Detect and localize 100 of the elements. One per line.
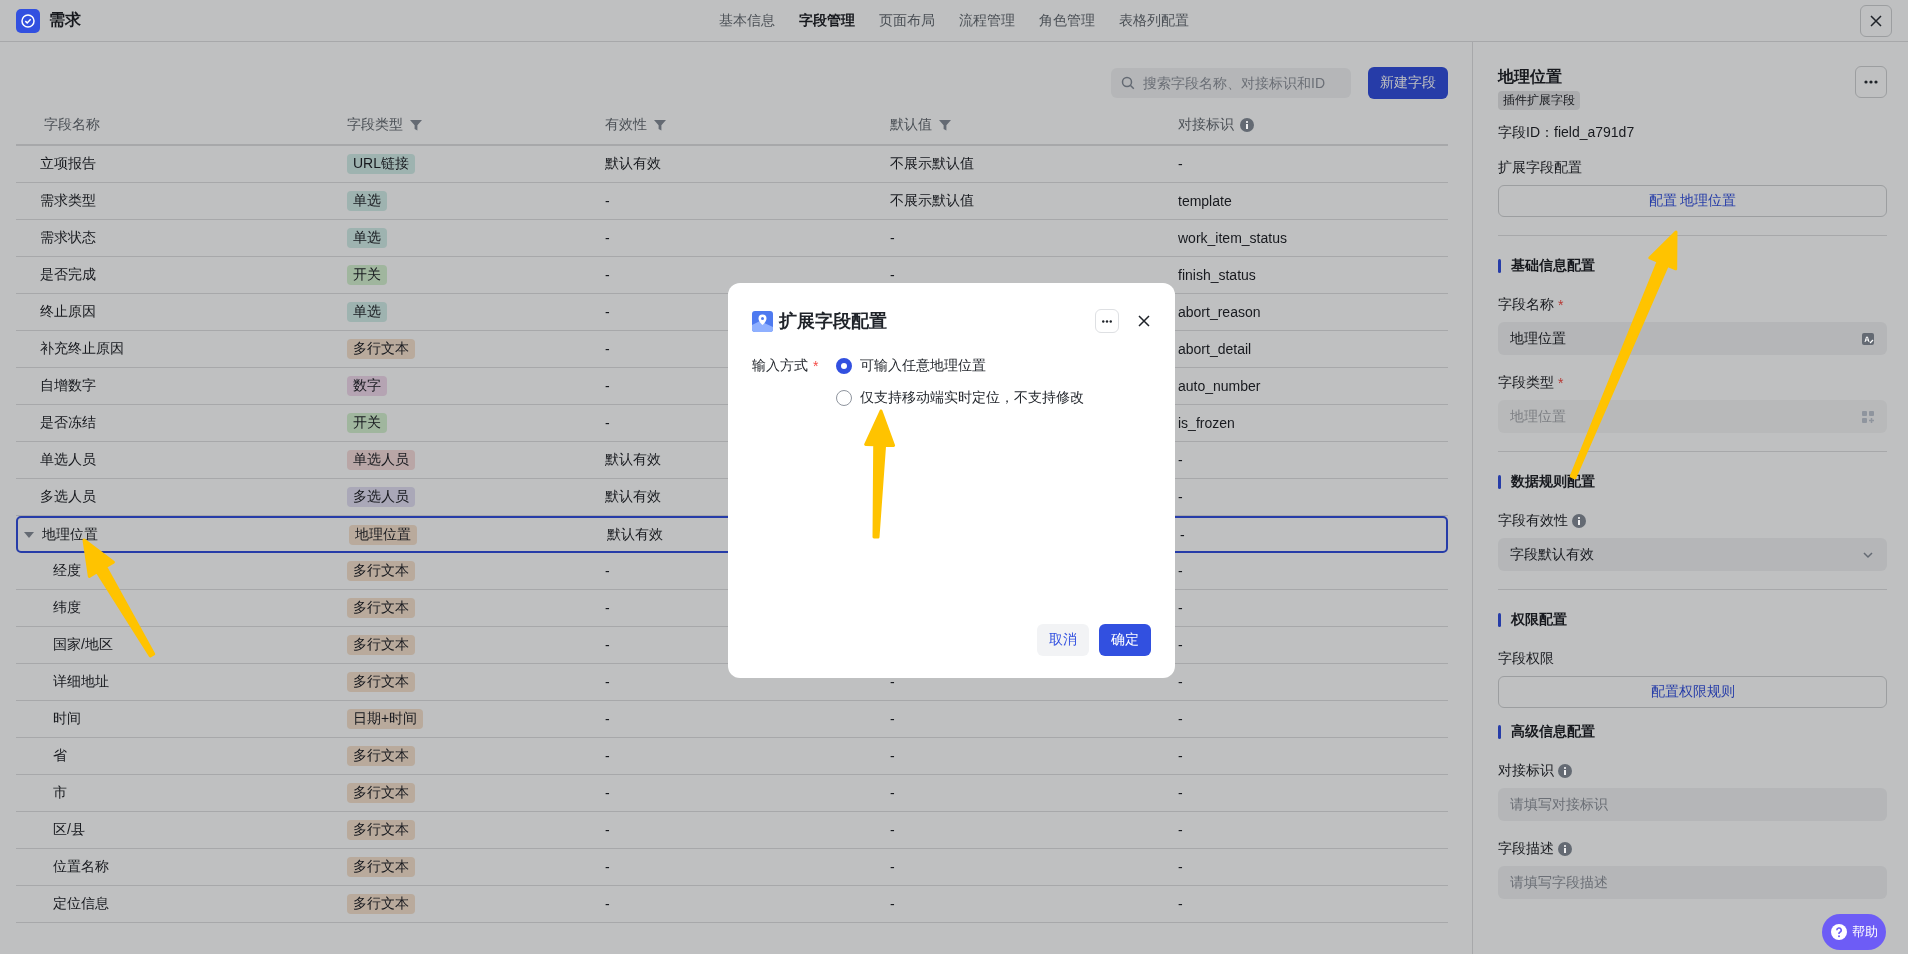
field-name: 立项报告 (40, 155, 96, 173)
section-marker (1498, 613, 1501, 627)
radio-button[interactable] (836, 358, 852, 374)
validity-cell: - (605, 674, 610, 690)
map-pin-icon (752, 310, 773, 332)
field-label: 输入方式 (752, 357, 808, 375)
column-header: 字段名称 (44, 116, 100, 134)
caret-icon[interactable] (24, 529, 34, 540)
cancel-button[interactable]: 取消 (1037, 624, 1089, 656)
table-row[interactable]: 立项报告 URL链接 默认有效 不展示默认值 - (16, 146, 1448, 183)
table-row[interactable]: 位置名称 多行文本 - - - (16, 849, 1448, 886)
validity-cell: - (605, 378, 610, 394)
field-name: 定位信息 (53, 895, 109, 913)
validity-cell: - (605, 859, 610, 875)
default-value-cell: - (890, 267, 895, 283)
field-type-tag: 多行文本 (347, 339, 415, 359)
validity-cell: - (605, 748, 610, 764)
validity-cell: - (605, 304, 610, 320)
more-button[interactable] (1855, 66, 1887, 98)
default-value-cell: - (890, 674, 895, 690)
field-name: 是否完成 (40, 266, 96, 284)
column-header: 有效性 (605, 116, 647, 134)
section-title: 高级信息配置 (1511, 723, 1595, 741)
field-type-tag: 开关 (347, 265, 387, 285)
key-cell: - (1178, 785, 1183, 801)
option-label[interactable]: 可输入任意地理位置 (860, 357, 986, 375)
field-type-tag: 多行文本 (347, 783, 415, 803)
required-mark: * (1558, 297, 1564, 313)
field-label: 字段权限 (1498, 650, 1554, 668)
nav-tab[interactable]: 页面布局 (879, 7, 935, 34)
app-title: 需求 (49, 10, 81, 30)
field-name: 位置名称 (53, 858, 109, 876)
default-value-cell: - (890, 230, 895, 246)
table-row[interactable]: 省 多行文本 - - - (16, 738, 1448, 775)
close-button[interactable] (1137, 314, 1151, 328)
nav-tab[interactable]: 表格列配置 (1119, 7, 1189, 34)
nav-tab[interactable]: 流程管理 (959, 7, 1015, 34)
validity-cell: - (605, 563, 610, 579)
app-logo-icon (16, 8, 40, 33)
validity-cell: - (605, 785, 610, 801)
key-cell: - (1178, 674, 1183, 690)
field-name: 是否冻结 (40, 414, 96, 432)
key-cell: - (1178, 489, 1183, 505)
config-button[interactable]: 配置 地理位置 (1498, 185, 1887, 217)
table-row[interactable]: 需求类型 单选 - 不展示默认值 template (16, 183, 1448, 220)
field-type-tag: 单选人员 (347, 450, 415, 470)
more-icon (1101, 319, 1113, 323)
nav-tab[interactable]: 基本信息 (719, 7, 775, 34)
field-name: 终止原因 (40, 303, 96, 321)
option-label[interactable]: 仅支持移动端实时定位，不支持修改 (860, 389, 1084, 407)
validity-cell: 默认有效 (605, 155, 661, 173)
nav-tab[interactable]: 角色管理 (1039, 7, 1095, 34)
key-cell: - (1178, 600, 1183, 616)
field-name: 地理位置 (42, 525, 98, 544)
default-value-cell: 不展示默认值 (890, 192, 974, 210)
validity-cell: - (605, 415, 610, 431)
validity-cell: - (605, 600, 610, 616)
validity-cell: - (605, 822, 610, 838)
radio-button[interactable] (836, 390, 852, 406)
config-button[interactable]: 配置权限规则 (1498, 676, 1887, 708)
validity-cell: 默认有效 (605, 488, 661, 506)
table-row[interactable]: 市 多行文本 - - - (16, 775, 1448, 812)
validity-cell: - (605, 711, 610, 727)
field-type-tag: 日期+时间 (347, 709, 424, 729)
plugin-tag: 插件扩展字段 (1498, 91, 1580, 110)
key-cell: - (1178, 563, 1183, 579)
field-name: 时间 (53, 710, 81, 728)
input-field[interactable]: 地理位置 (1498, 322, 1887, 355)
field-type-tag: 单选 (347, 228, 387, 248)
column-header: 字段类型 (347, 116, 403, 134)
more-icon (1864, 80, 1878, 84)
field-name: 补充终止原因 (40, 340, 124, 358)
new-field-button[interactable]: 新建字段 (1368, 67, 1448, 99)
field-name: 需求状态 (40, 229, 96, 247)
default-value-cell: - (890, 859, 895, 875)
help-button[interactable]: 帮助 (1822, 914, 1886, 950)
nav-tab[interactable]: 字段管理 (799, 7, 855, 34)
validity-cell: 默认有效 (605, 451, 661, 469)
field-type-tag: 多行文本 (347, 635, 415, 655)
field-name: 经度 (53, 562, 81, 580)
select-field[interactable]: 字段默认有效 (1498, 538, 1887, 571)
default-value-cell: 不展示默认值 (890, 155, 974, 173)
validity-cell: - (605, 193, 610, 209)
field-type-tag: 多行文本 (347, 672, 415, 692)
field-type-tag: 多行文本 (347, 894, 415, 914)
close-icon (1869, 13, 1883, 28)
search-field[interactable]: 搜索字段名称、对接标识和ID (1111, 68, 1351, 98)
confirm-button[interactable]: 确定 (1099, 624, 1151, 656)
table-row[interactable]: 区/县 多行文本 - - - (16, 812, 1448, 849)
field-name: 需求类型 (40, 192, 96, 210)
field-type-tag: 开关 (347, 413, 387, 433)
table-row[interactable]: 需求状态 单选 - - work_item_status (16, 220, 1448, 257)
validity-cell: 默认有效 (607, 525, 663, 544)
validity-cell: - (605, 230, 610, 246)
table-row[interactable]: 时间 日期+时间 - - - (16, 701, 1448, 738)
key-cell: - (1178, 452, 1183, 468)
table-row[interactable]: 定位信息 多行文本 - - - (16, 886, 1448, 923)
field-type-tag: 单选 (347, 302, 387, 322)
key-cell: - (1178, 711, 1183, 727)
default-value-cell: - (890, 822, 895, 838)
